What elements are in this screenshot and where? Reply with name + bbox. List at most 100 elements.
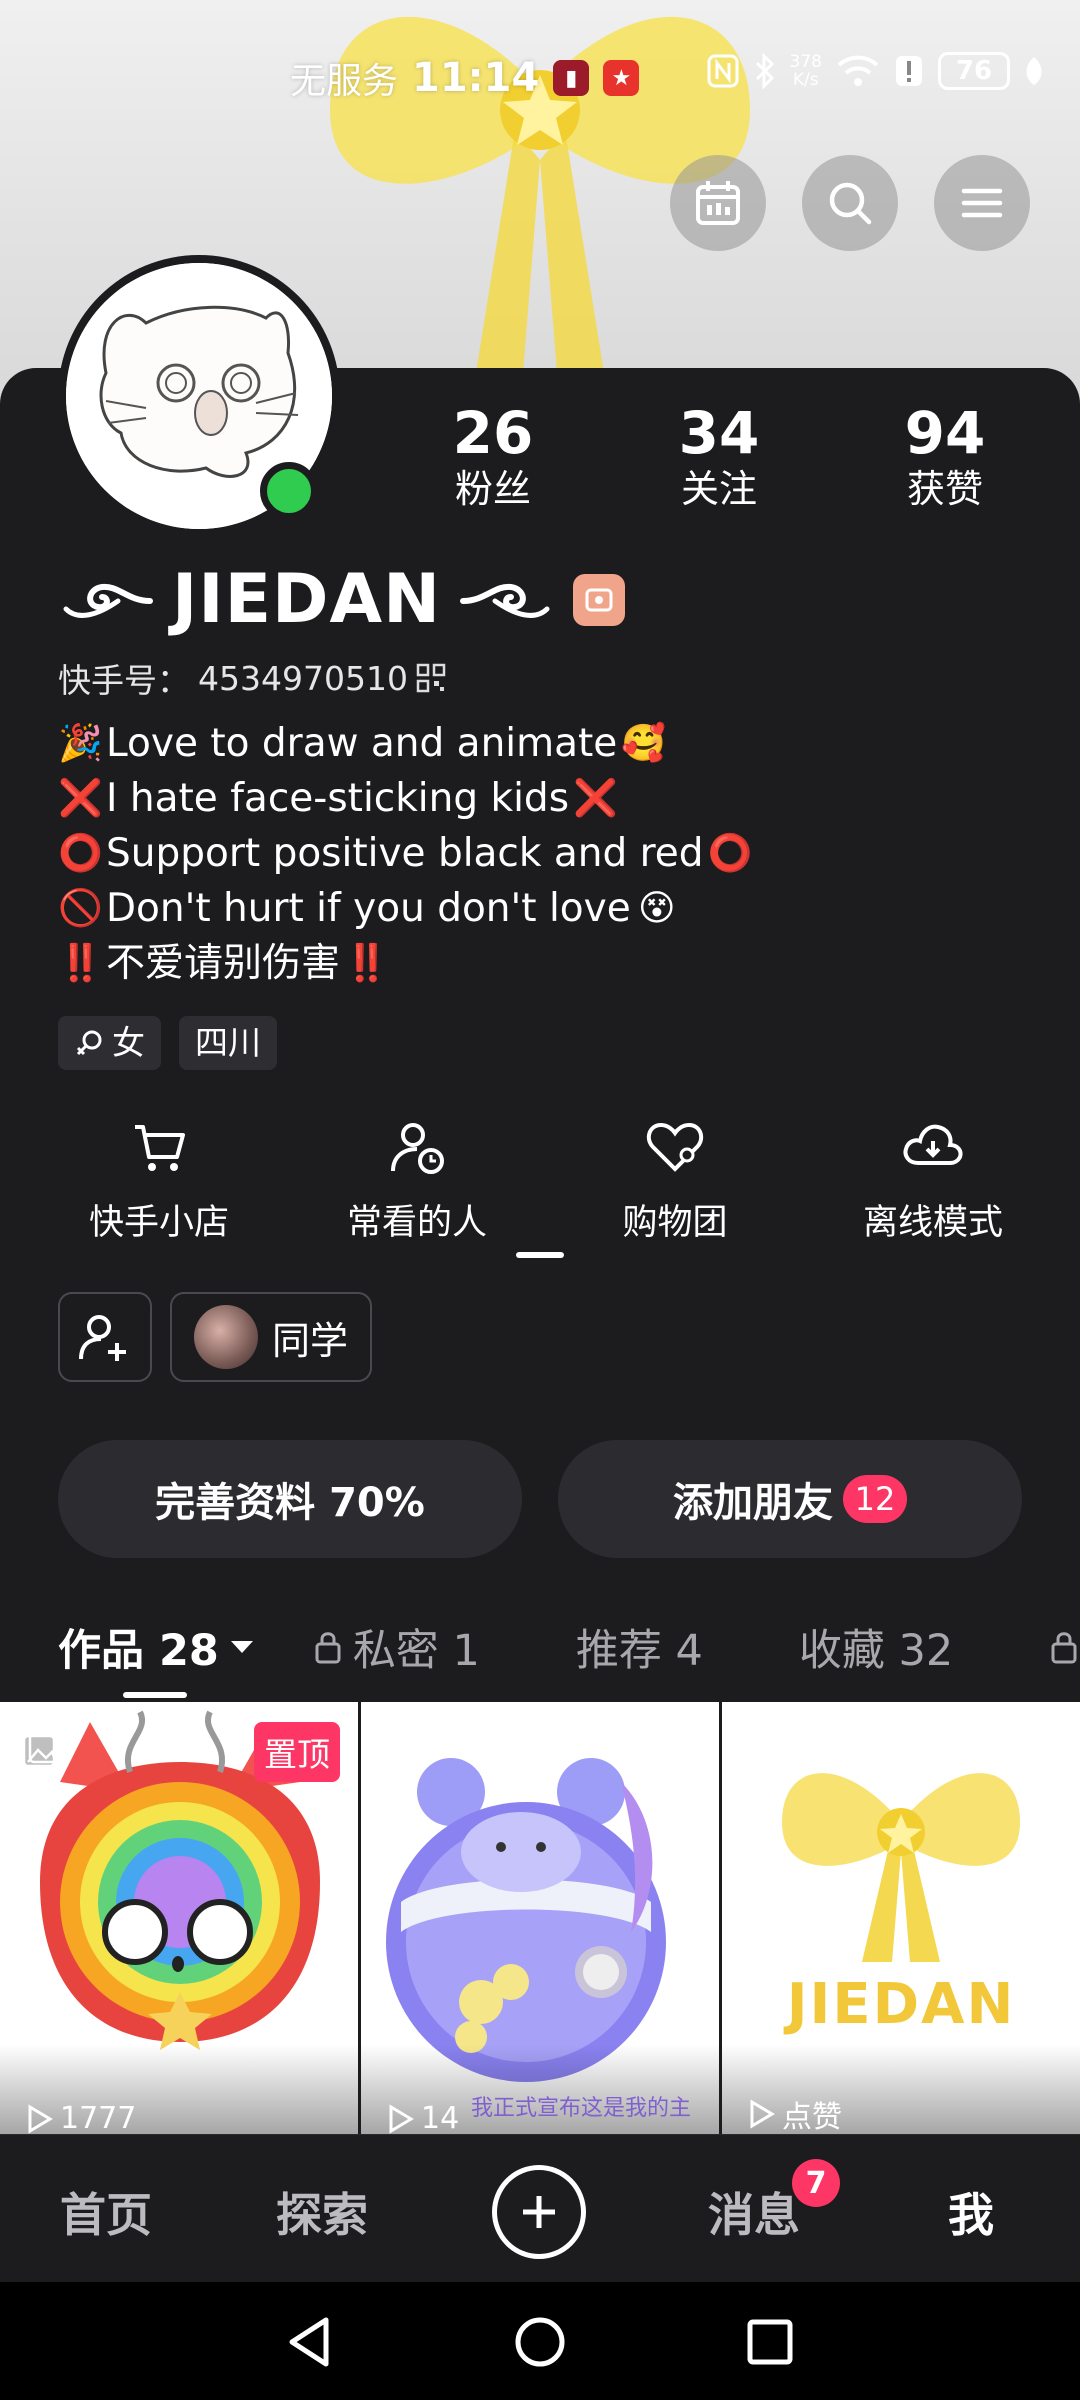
shortcut-label: 购物团 xyxy=(622,1203,728,1243)
followers-label: 粉丝 xyxy=(454,467,531,511)
friends-row: 同学 xyxy=(58,1292,373,1382)
work-item-1[interactable]: 置顶 1777 xyxy=(0,1702,358,2134)
shortcut-label: 常看的人 xyxy=(346,1203,487,1243)
cloud-download-icon xyxy=(903,1124,963,1165)
bio-text: Support positive black and red xyxy=(106,831,704,876)
play-icon xyxy=(389,2103,414,2134)
messages-badge: 7 xyxy=(792,2159,840,2207)
red-circle-icon: ⭕ xyxy=(58,832,103,874)
kuaishou-id-row[interactable]: 快手号： 4534970510 xyxy=(58,654,446,702)
following-label: 关注 xyxy=(680,467,757,511)
add-friends-label: 添加朋友 xyxy=(673,1480,833,1526)
bio-text: Love to draw and animate xyxy=(106,721,618,766)
shortcut-shopping-group[interactable]: 购物团 xyxy=(546,1112,804,1245)
nav-messages[interactable]: 消息 xyxy=(708,2179,800,2245)
tab-favorites-label: 收藏 32 xyxy=(798,1626,954,1676)
nav-explore[interactable]: 探索 xyxy=(276,2179,368,2245)
bio-text: 不爱请别伤害 xyxy=(106,941,341,986)
net-speed-value: 378 xyxy=(789,52,822,72)
tab-recommended[interactable]: 推荐 4 xyxy=(576,1616,703,1678)
likes-count: 94 xyxy=(904,399,986,467)
search-button[interactable] xyxy=(802,155,898,251)
nickname-row: JIEDAN xyxy=(58,560,626,639)
wifi-icon xyxy=(837,55,879,86)
add-friends-count-badge: 12 xyxy=(843,1475,907,1523)
followers-stat[interactable]: 26 粉丝 xyxy=(380,400,606,512)
female-symbol-icon xyxy=(76,1030,102,1056)
add-person-icon xyxy=(79,1315,126,1361)
shortcut-frequent-people[interactable]: 常看的人 xyxy=(288,1112,546,1245)
shortcut-kuaishou-store[interactable]: 快手小店 xyxy=(30,1112,288,1245)
tab-more-locked[interactable] xyxy=(1049,1629,1079,1665)
tab-works[interactable]: 作品 28 xyxy=(58,1616,255,1678)
classmate-chip[interactable]: 同学 xyxy=(170,1292,373,1382)
complete-profile-label: 完善资料 70% xyxy=(155,1480,425,1526)
cart-icon xyxy=(135,1125,185,1171)
followers-count: 26 xyxy=(452,399,534,467)
bio-line: ⭕ Support positive black and red ⭕ xyxy=(58,826,752,881)
gender-tag: 女 xyxy=(58,1016,161,1070)
play-count-value: 1777 xyxy=(60,2101,137,2134)
tab-private-label: 私密 1 xyxy=(352,1626,480,1676)
nav-home[interactable]: 首页 xyxy=(60,2179,152,2245)
game-app-icon: ★ xyxy=(603,60,640,96)
profile-stats: 26 粉丝 34 关注 94 获赞 xyxy=(380,400,1058,512)
home-circle-icon[interactable] xyxy=(512,2314,568,2370)
search-icon xyxy=(829,182,872,225)
shortcut-label: 快手小店 xyxy=(88,1203,229,1243)
dizzy-face-emoji-icon: 😵 xyxy=(637,887,676,929)
artwork-title-text: JIEDAN xyxy=(786,1972,1016,2037)
bluetooth-icon xyxy=(755,53,774,89)
complete-profile-button[interactable]: 完善资料 70% xyxy=(58,1440,522,1558)
carrier-text: 无服务 xyxy=(290,61,399,102)
leaf-icon xyxy=(1026,57,1042,85)
menu-button[interactable] xyxy=(934,155,1030,251)
recents-square-icon[interactable] xyxy=(742,2314,798,2370)
create-post-button[interactable] xyxy=(492,2165,586,2259)
calendar-button[interactable] xyxy=(670,155,766,251)
nfc-icon xyxy=(707,54,739,88)
nav-me[interactable]: 我 xyxy=(948,2179,994,2245)
tab-private[interactable]: 私密 1 xyxy=(313,1616,480,1678)
qr-code-icon[interactable] xyxy=(416,663,446,693)
following-stat[interactable]: 34 关注 xyxy=(606,400,832,512)
heart-group-icon xyxy=(646,1122,704,1172)
status-bar: 无服务 11:14 ▮ ★ 378 K/s 76 xyxy=(0,40,1080,120)
play-icon xyxy=(750,2099,775,2129)
online-status-dot xyxy=(260,462,318,520)
badge-icon xyxy=(585,588,613,611)
work-item-3[interactable]: JIEDAN 点赞 xyxy=(722,1702,1080,2134)
bio-line: 🚫 Don't hurt if you don't love 😵 xyxy=(58,881,752,936)
creator-badge[interactable] xyxy=(573,573,626,626)
swirl-right-decoration-icon xyxy=(460,583,550,618)
classmate-avatar xyxy=(194,1305,258,1369)
net-speed-unit: K/s xyxy=(792,70,819,90)
add-friend-icon-button[interactable] xyxy=(58,1292,152,1382)
kuaishou-id-label: 快手号： xyxy=(58,661,190,700)
work-item-2[interactable]: 我正式宣布这是我的主 14 xyxy=(361,1702,719,2134)
play-count-value: 14 xyxy=(421,2101,460,2134)
tab-favorites[interactable]: 收藏 32 xyxy=(799,1616,953,1678)
classmate-label: 同学 xyxy=(272,1318,349,1363)
image-post-icon xyxy=(22,1730,62,1768)
alert-icon xyxy=(896,56,922,86)
back-icon[interactable] xyxy=(282,2314,338,2370)
system-navigation-bar xyxy=(0,2282,1080,2400)
profile-tags: 女 四川 xyxy=(58,1016,277,1070)
smiling-hearts-emoji-icon: 🥰 xyxy=(621,722,667,764)
add-friends-button[interactable]: 添加朋友 12 xyxy=(558,1440,1022,1558)
likes-stat[interactable]: 94 获赞 xyxy=(832,400,1058,512)
bio-line: ‼️ 不爱请别伤害 ‼️ xyxy=(58,936,752,991)
tab-recommended-label: 推荐 4 xyxy=(575,1626,703,1676)
double-exclamation-icon: ‼️ xyxy=(344,942,389,984)
tab-works-label: 作品 28 xyxy=(58,1626,219,1676)
plus-icon xyxy=(523,2196,555,2228)
shortcut-offline-mode[interactable]: 离线模式 xyxy=(804,1112,1062,1245)
cross-mark-icon: ❌ xyxy=(573,777,618,819)
following-count: 34 xyxy=(678,399,760,467)
play-icon xyxy=(28,2103,53,2134)
play-count: 1777 xyxy=(26,2101,136,2134)
works-grid: 置顶 1777 我正式宣布这是我的主 14 JIEDAN 点赞 xyxy=(0,1702,1080,2134)
shortcut-page-indicator xyxy=(516,1252,564,1258)
lock-icon xyxy=(1051,1632,1077,1664)
